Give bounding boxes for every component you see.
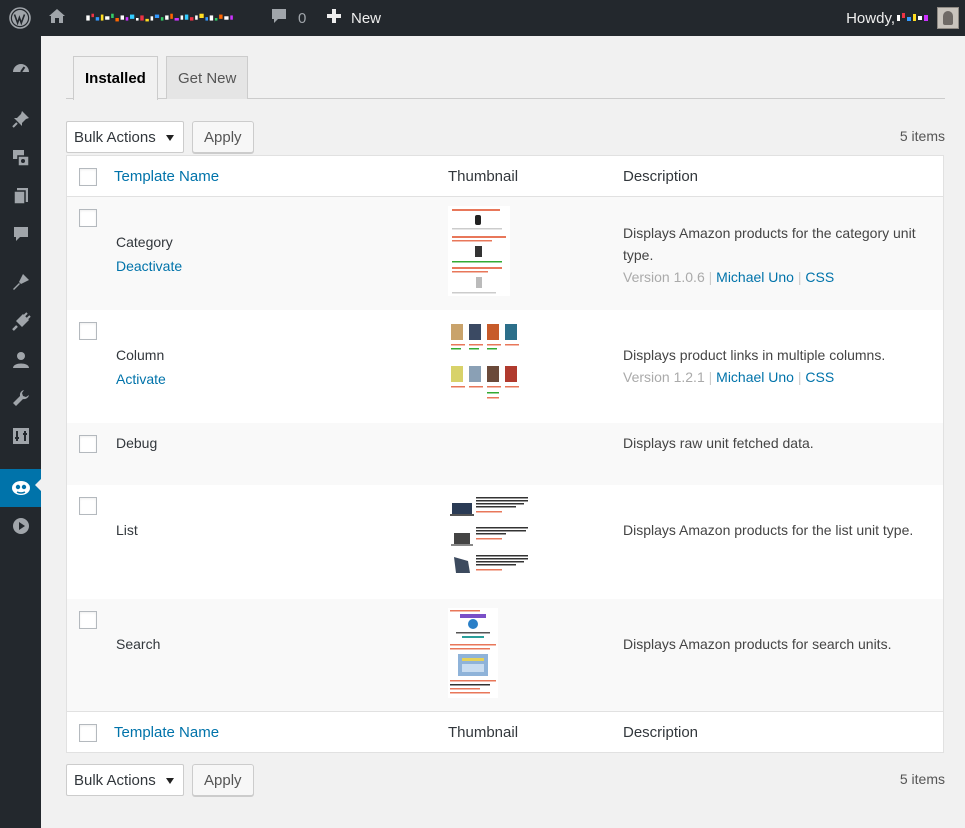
- apply-button[interactable]: Apply: [192, 121, 254, 153]
- apply-button-bottom[interactable]: Apply: [192, 764, 254, 796]
- css-link[interactable]: CSS: [805, 269, 834, 285]
- template-name: Search: [116, 636, 161, 652]
- play-circle-icon[interactable]: [0, 510, 41, 542]
- thumbnail-column-header: Thumbnail: [448, 168, 519, 185]
- row-checkbox[interactable]: [79, 209, 97, 227]
- comments-count: 0: [298, 9, 307, 27]
- amazon-plugin-menu-icon[interactable]: [0, 469, 41, 507]
- author-link[interactable]: Michael Uno: [716, 269, 794, 285]
- row-checkbox[interactable]: [79, 611, 97, 629]
- column-thumbnail[interactable]: [448, 320, 524, 408]
- plus-icon: [326, 8, 342, 28]
- table-row: List Displays Amazon products for the li…: [67, 485, 943, 599]
- template-description: Displays Amazon products for search unit…: [623, 636, 892, 652]
- admin-sidebar: [0, 36, 41, 828]
- new-content-link[interactable]: New: [326, 0, 381, 36]
- template-description: Displays raw unit fetched data.: [623, 435, 814, 451]
- select-all-checkbox-bottom[interactable]: [79, 724, 97, 742]
- templates-table: Template Name Thumbnail Description Cate…: [66, 155, 944, 753]
- author-link[interactable]: Michael Uno: [716, 369, 794, 385]
- bulk-actions-bottom: Bulk Actions Apply: [66, 764, 254, 796]
- activate-link[interactable]: Activate: [116, 371, 166, 387]
- row-checkbox[interactable]: [79, 497, 97, 515]
- new-label: New: [351, 9, 382, 27]
- table-footer: Template Name Thumbnail Description: [67, 711, 943, 752]
- table-row: Search Displays Amazon products for sear…: [67, 599, 943, 712]
- table-header: Template Name Thumbnail Description: [67, 156, 943, 197]
- row-checkbox[interactable]: [79, 322, 97, 340]
- bulk-actions-select[interactable]: Bulk Actions: [66, 121, 184, 153]
- avatar[interactable]: [937, 7, 959, 29]
- comment-bubble-icon: [270, 7, 288, 29]
- pages-icon[interactable]: [0, 180, 41, 212]
- settings-icon[interactable]: [0, 420, 41, 452]
- dashboard-icon[interactable]: [0, 52, 41, 84]
- posts-pin-icon[interactable]: [0, 103, 41, 135]
- template-description: Displays product links in multiple colum…: [623, 347, 886, 385]
- template-description: Displays Amazon products for the categor…: [623, 225, 916, 285]
- wordpress-logo-icon[interactable]: [4, 0, 36, 36]
- items-count-bottom: 5 items: [899, 771, 945, 787]
- admin-bar: 0 New Howdy,: [0, 0, 965, 36]
- home-icon: [48, 7, 66, 29]
- media-icon[interactable]: [0, 142, 41, 174]
- tab-get-new[interactable]: Get New: [166, 56, 249, 99]
- items-count: 5 items: [899, 128, 945, 144]
- appearance-icon[interactable]: [0, 266, 41, 298]
- tools-wrench-icon[interactable]: [0, 382, 41, 414]
- description-column-header: Description: [623, 168, 699, 185]
- category-thumbnail[interactable]: [448, 206, 510, 296]
- table-row: Debug Displays raw unit fetched data.: [67, 423, 943, 485]
- description-column-footer: Description: [623, 724, 699, 741]
- comments-link[interactable]: 0: [270, 0, 306, 36]
- template-description: Displays Amazon products for the list un…: [623, 522, 914, 538]
- version-label: Version 1.2.1: [623, 369, 705, 385]
- table-row: Category Deactivate Displays Amazon prod…: [67, 197, 943, 310]
- comments-icon[interactable]: [0, 218, 41, 250]
- bulk-actions-top: Bulk Actions Apply: [66, 121, 254, 153]
- my-account-link[interactable]: Howdy,: [846, 0, 959, 36]
- site-name-pixelated: [86, 13, 233, 22]
- css-link[interactable]: CSS: [805, 369, 834, 385]
- plugins-icon[interactable]: [0, 306, 41, 338]
- template-name: Debug: [116, 435, 158, 451]
- howdy-label: Howdy,: [846, 9, 895, 27]
- template-name: Column: [116, 347, 165, 363]
- username-pixelated: [897, 13, 928, 21]
- tab-installed[interactable]: Installed: [73, 56, 158, 100]
- sort-template-name-link[interactable]: Template Name: [114, 168, 219, 185]
- site-home-link[interactable]: [48, 0, 246, 36]
- select-all-checkbox[interactable]: [79, 168, 97, 186]
- thumbnail-column-footer: Thumbnail: [448, 724, 519, 741]
- table-row: Column Activate Displays product links i…: [67, 310, 943, 423]
- sort-template-name-link-bottom[interactable]: Template Name: [114, 724, 219, 741]
- version-label: Version 1.0.6: [623, 269, 705, 285]
- users-icon[interactable]: [0, 344, 41, 376]
- row-checkbox[interactable]: [79, 435, 97, 453]
- deactivate-link[interactable]: Deactivate: [116, 258, 182, 274]
- template-tabs: Installed Get New: [66, 56, 945, 100]
- list-thumbnail[interactable]: [448, 495, 532, 581]
- search-thumbnail[interactable]: [448, 608, 498, 698]
- bulk-actions-select-bottom[interactable]: Bulk Actions: [66, 764, 184, 796]
- template-name: List: [116, 522, 138, 538]
- template-name: Category: [116, 234, 173, 250]
